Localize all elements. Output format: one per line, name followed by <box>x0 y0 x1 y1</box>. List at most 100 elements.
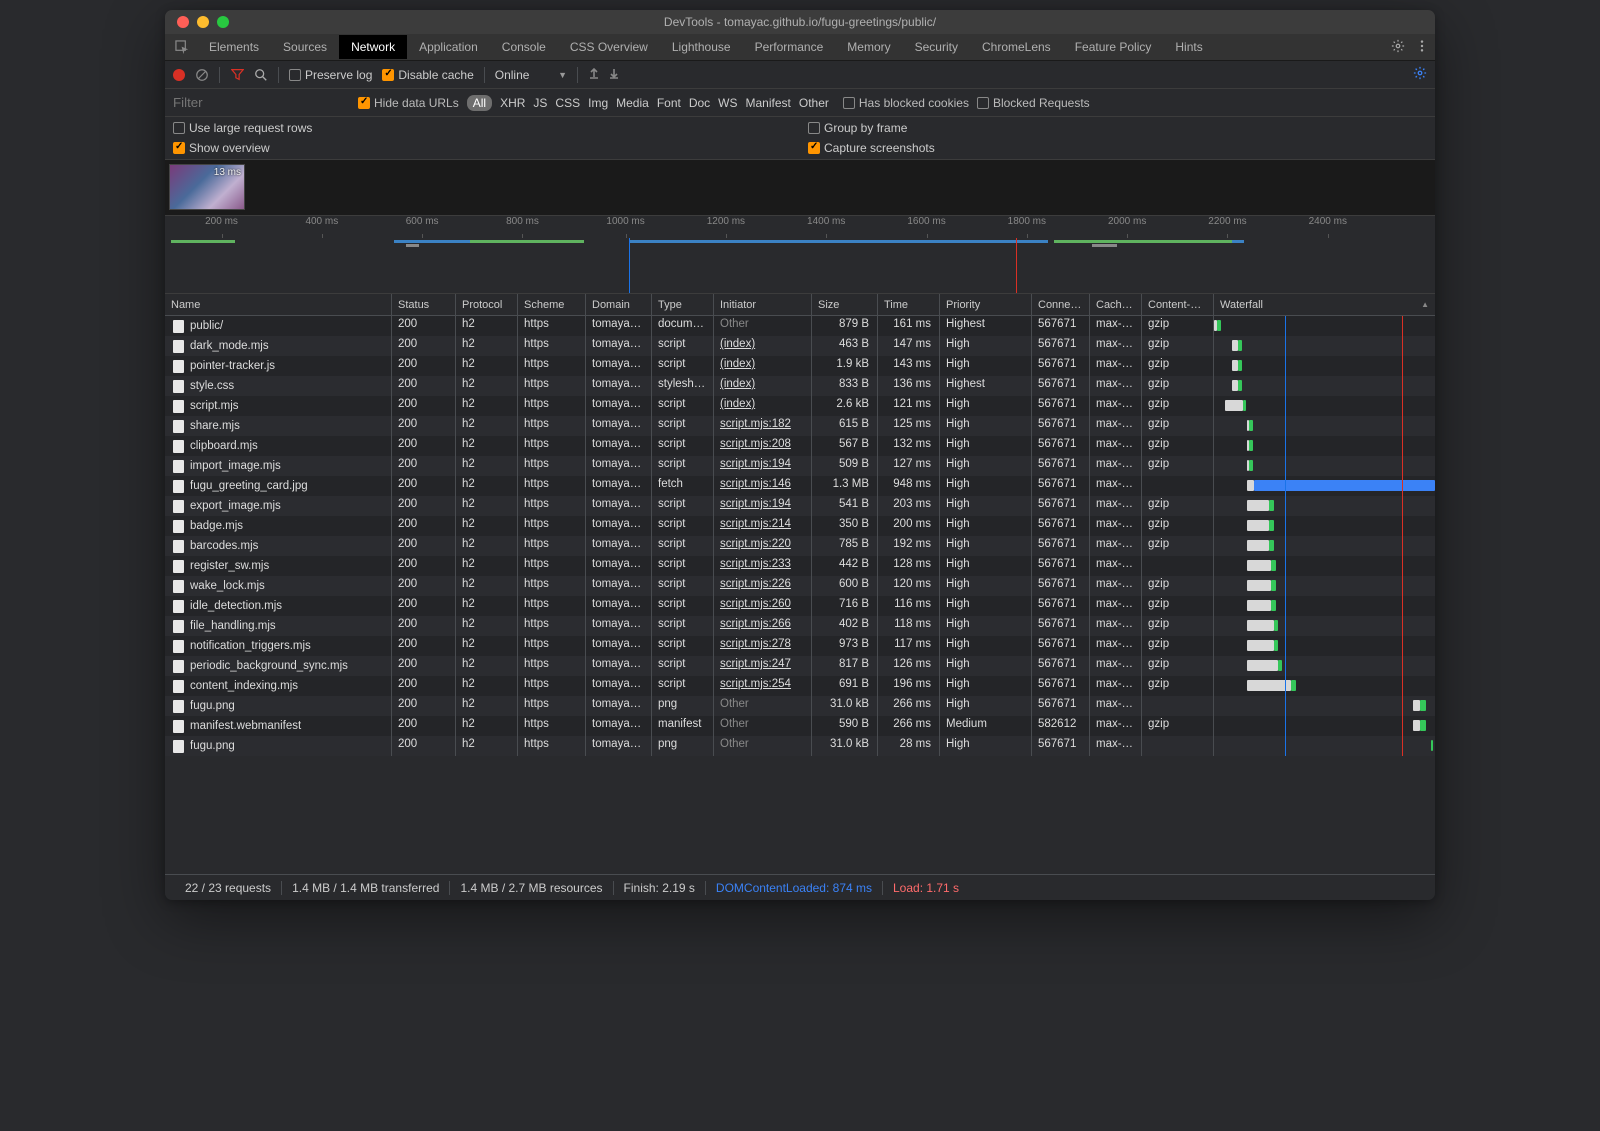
table-row[interactable]: export_image.mjs200h2httpstomayac…script… <box>165 496 1435 516</box>
tab-lighthouse[interactable]: Lighthouse <box>660 35 743 59</box>
filter-icon[interactable] <box>230 68 244 82</box>
group-by-frame-toggle[interactable]: Group by frame <box>808 121 1427 135</box>
table-row[interactable]: badge.mjs200h2httpstomayac…scriptscript.… <box>165 516 1435 536</box>
tab-console[interactable]: Console <box>490 35 558 59</box>
tab-performance[interactable]: Performance <box>743 35 836 59</box>
finish-time: Finish: 2.19 s <box>614 881 706 895</box>
table-row[interactable]: periodic_background_sync.mjs200h2httpsto… <box>165 656 1435 676</box>
tab-feature-policy[interactable]: Feature Policy <box>1063 35 1164 59</box>
filter-type-doc[interactable]: Doc <box>689 96 710 110</box>
upload-har-icon[interactable] <box>588 67 600 82</box>
column-header-cach-[interactable]: Cach… <box>1090 294 1142 315</box>
screenshot-thumbnail[interactable]: 13 ms <box>169 164 245 210</box>
timeline-overview[interactable]: 200 ms400 ms600 ms800 ms1000 ms1200 ms14… <box>165 216 1435 294</box>
filter-type-manifest[interactable]: Manifest <box>746 96 791 110</box>
column-header-initiator[interactable]: Initiator <box>714 294 812 315</box>
tab-sources[interactable]: Sources <box>271 35 339 59</box>
waterfall-cell <box>1214 336 1435 356</box>
column-header-scheme[interactable]: Scheme <box>518 294 586 315</box>
request-table[interactable]: public/200h2httpstomayac…documentOther87… <box>165 316 1435 874</box>
table-row[interactable]: share.mjs200h2httpstomayac…scriptscript.… <box>165 416 1435 436</box>
column-header-protocol[interactable]: Protocol <box>456 294 518 315</box>
column-header-type[interactable]: Type <box>652 294 714 315</box>
window-title: DevTools - tomayac.github.io/fugu-greeti… <box>165 15 1435 29</box>
table-row[interactable]: dark_mode.mjs200h2httpstomayac…script(in… <box>165 336 1435 356</box>
file-icon <box>173 420 184 433</box>
column-header-status[interactable]: Status <box>392 294 456 315</box>
maximize-icon[interactable] <box>217 16 229 28</box>
filter-type-ws[interactable]: WS <box>718 96 737 110</box>
table-row[interactable]: clipboard.mjs200h2httpstomayac…scriptscr… <box>165 436 1435 456</box>
tick-label: 2400 ms <box>1309 216 1347 227</box>
status-bar: 22 / 23 requests 1.4 MB / 1.4 MB transfe… <box>165 874 1435 900</box>
column-header-time[interactable]: Time <box>878 294 940 315</box>
table-row[interactable]: register_sw.mjs200h2httpstomayac…scripts… <box>165 556 1435 576</box>
filter-input[interactable] <box>173 95 350 110</box>
table-row[interactable]: public/200h2httpstomayac…documentOther87… <box>165 316 1435 336</box>
tab-hints[interactable]: Hints <box>1163 35 1214 59</box>
network-settings-icon[interactable] <box>1413 66 1427 83</box>
filter-type-css[interactable]: CSS <box>555 96 580 110</box>
table-row[interactable]: content_indexing.mjs200h2httpstomayac…sc… <box>165 676 1435 696</box>
table-row[interactable]: wake_lock.mjs200h2httpstomayac…scriptscr… <box>165 576 1435 596</box>
inspect-element-icon[interactable] <box>171 36 193 58</box>
table-row[interactable]: notification_triggers.mjs200h2httpstomay… <box>165 636 1435 656</box>
column-header-domain[interactable]: Domain <box>586 294 652 315</box>
column-header-waterfall[interactable]: Waterfall▲ <box>1214 294 1435 315</box>
blocked-requests-toggle[interactable]: Blocked Requests <box>977 96 1090 110</box>
search-icon[interactable] <box>254 68 268 82</box>
has-blocked-cookies-toggle[interactable]: Has blocked cookies <box>843 96 969 110</box>
table-row[interactable]: import_image.mjs200h2httpstomayac…script… <box>165 456 1435 476</box>
filter-type-xhr[interactable]: XHR <box>500 96 525 110</box>
column-header-content-[interactable]: Content-… <box>1142 294 1214 315</box>
tab-application[interactable]: Application <box>407 35 490 59</box>
filter-type-img[interactable]: Img <box>588 96 608 110</box>
gear-icon[interactable] <box>1391 39 1405 56</box>
tab-css-overview[interactable]: CSS Overview <box>558 35 660 59</box>
close-icon[interactable] <box>177 16 189 28</box>
column-header-size[interactable]: Size <box>812 294 878 315</box>
table-row[interactable]: fugu.png200h2httpstomayac…pngOther31.0 k… <box>165 736 1435 756</box>
table-row[interactable]: pointer-tracker.js200h2httpstomayac…scri… <box>165 356 1435 376</box>
waterfall-cell <box>1214 376 1435 396</box>
tick-label: 400 ms <box>305 216 338 227</box>
waterfall-cell <box>1214 416 1435 436</box>
table-row[interactable]: file_handling.mjs200h2httpstomayac…scrip… <box>165 616 1435 636</box>
capture-screenshots-toggle[interactable]: Capture screenshots <box>808 141 1427 155</box>
tab-memory[interactable]: Memory <box>835 35 902 59</box>
clear-icon[interactable] <box>195 68 209 82</box>
column-header-priority[interactable]: Priority <box>940 294 1032 315</box>
filter-type-all[interactable]: All <box>467 95 492 111</box>
large-rows-toggle[interactable]: Use large request rows <box>173 121 792 135</box>
throttling-select[interactable]: Online ▼ <box>495 68 567 82</box>
preserve-log-toggle[interactable]: Preserve log <box>289 68 372 82</box>
column-header-name[interactable]: Name <box>165 294 392 315</box>
record-button[interactable] <box>173 69 185 81</box>
filter-type-js[interactable]: JS <box>533 96 547 110</box>
table-row[interactable]: manifest.webmanifest200h2httpstomayac…ma… <box>165 716 1435 736</box>
table-row[interactable]: barcodes.mjs200h2httpstomayac…scriptscri… <box>165 536 1435 556</box>
table-row[interactable]: fugu.png200h2httpstomayac…pngOther31.0 k… <box>165 696 1435 716</box>
tab-chromelens[interactable]: ChromeLens <box>970 35 1063 59</box>
filter-type-font[interactable]: Font <box>657 96 681 110</box>
kebab-icon[interactable] <box>1415 39 1429 56</box>
file-icon <box>173 540 184 553</box>
screenshot-strip[interactable]: 13 ms <box>165 160 1435 216</box>
filter-type-media[interactable]: Media <box>616 96 649 110</box>
tab-security[interactable]: Security <box>903 35 970 59</box>
filter-type-other[interactable]: Other <box>799 96 829 110</box>
disable-cache-toggle[interactable]: Disable cache <box>382 68 473 82</box>
column-header-conne-[interactable]: Conne… <box>1032 294 1090 315</box>
table-row[interactable]: script.mjs200h2httpstomayac…script(index… <box>165 396 1435 416</box>
tick-label: 800 ms <box>506 216 539 227</box>
show-overview-toggle[interactable]: Show overview <box>173 141 792 155</box>
table-row[interactable]: idle_detection.mjs200h2httpstomayac…scri… <box>165 596 1435 616</box>
tab-elements[interactable]: Elements <box>197 35 271 59</box>
download-har-icon[interactable] <box>608 67 620 82</box>
table-row[interactable]: style.css200h2httpstomayac…stylesheet(in… <box>165 376 1435 396</box>
tab-network[interactable]: Network <box>339 35 407 59</box>
table-row[interactable]: fugu_greeting_card.jpg200h2httpstomayac…… <box>165 476 1435 496</box>
hide-data-urls-toggle[interactable]: Hide data URLs <box>358 96 459 110</box>
waterfall-cell <box>1214 716 1435 736</box>
minimize-icon[interactable] <box>197 16 209 28</box>
